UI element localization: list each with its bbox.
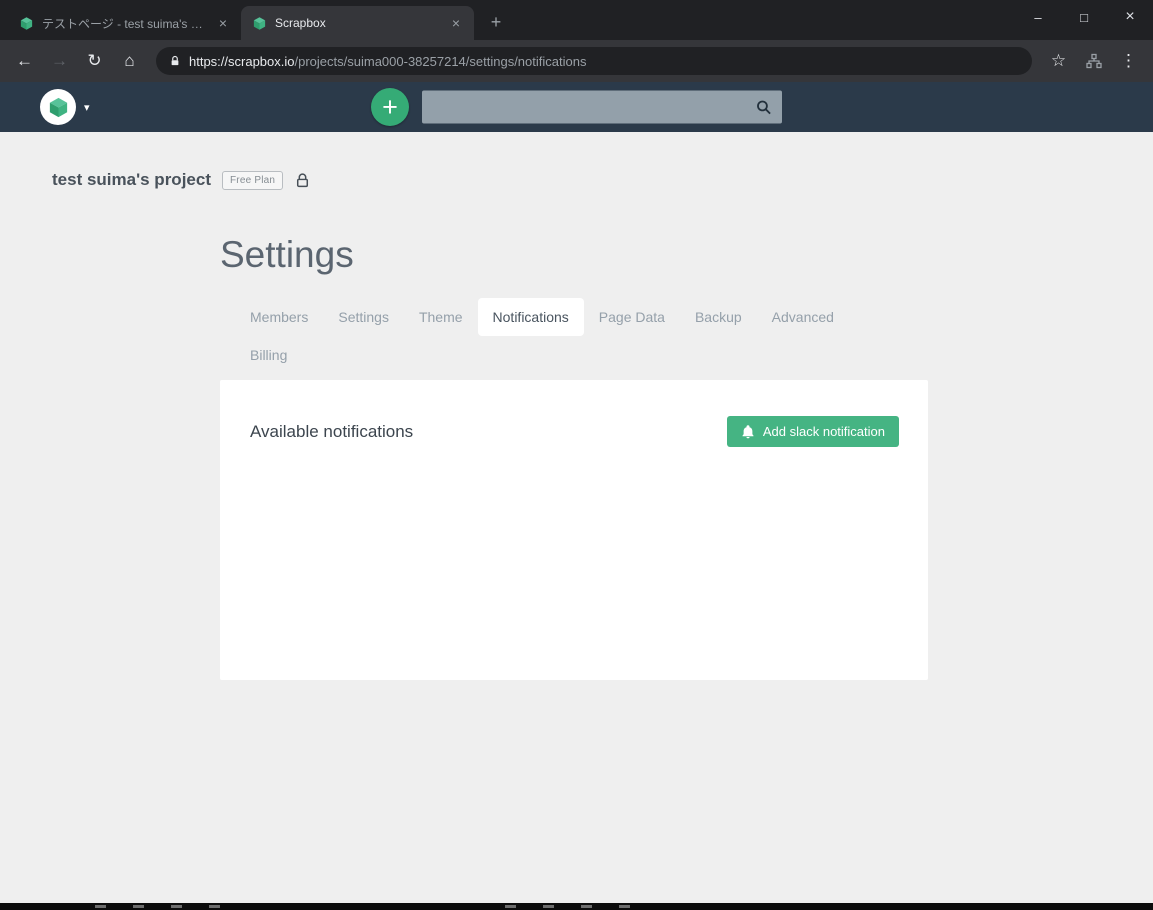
project-title: test suima's project	[52, 170, 211, 189]
secure-lock-icon	[169, 55, 181, 67]
tab-title: テストページ - test suima's project	[42, 16, 207, 31]
scrapbox-favicon-icon	[18, 15, 34, 31]
url-text: https://scrapbox.io/projects/suima000-38…	[189, 54, 586, 69]
browser-menu-icon[interactable]: ⋮	[1112, 45, 1145, 78]
tab-close-icon[interactable]: ×	[215, 15, 231, 31]
tab-notifications[interactable]: Notifications	[477, 298, 584, 336]
taskbar-icon-sliver	[619, 905, 630, 908]
scrapbox-header: ▾ +	[0, 82, 1153, 132]
search-icon[interactable]	[755, 99, 772, 116]
browser-tabstrip: テストページ - test suima's project × Scrapbox…	[0, 0, 1153, 40]
tab-theme[interactable]: Theme	[404, 298, 478, 336]
bell-icon	[741, 424, 755, 439]
page-content: test suima's project Free Plan Settings …	[0, 132, 1153, 903]
taskbar-icon-sliver	[95, 905, 106, 908]
browser-toolbar: ← → ↻ ⌂ https://scrapbox.io/projects/sui…	[0, 40, 1153, 82]
taskbar-edge	[0, 903, 1153, 910]
tab-members[interactable]: Members	[235, 298, 323, 336]
taskbar-icon-sliver	[543, 905, 554, 908]
address-bar[interactable]: https://scrapbox.io/projects/suima000-38…	[156, 47, 1032, 75]
home-icon[interactable]: ⌂	[113, 45, 146, 78]
settings-section: Settings Members Settings Theme Notifica…	[220, 234, 930, 680]
plan-badge: Free Plan	[222, 170, 284, 190]
tab-page-data[interactable]: Page Data	[584, 298, 680, 336]
browser-tab-inactive[interactable]: テストページ - test suima's project ×	[8, 6, 241, 40]
panel-title: Available notifications	[250, 421, 414, 441]
private-lock-icon	[294, 172, 311, 189]
project-header-row: test suima's project Free Plan	[0, 132, 1153, 190]
taskbar-icon-sliver	[209, 905, 220, 908]
tab-billing[interactable]: Billing	[235, 336, 302, 374]
bookmark-star-icon[interactable]: ☆	[1042, 45, 1075, 78]
reload-icon[interactable]: ↻	[78, 45, 111, 78]
url-path: /projects/suima000-38257214/settings/not…	[294, 53, 587, 69]
sitemap-icon[interactable]	[1077, 45, 1110, 78]
scrapbox-logo-icon[interactable]	[40, 89, 76, 125]
notifications-panel: Available notifications Add slack notifi…	[220, 380, 928, 680]
add-slack-notification-button[interactable]: Add slack notification	[726, 416, 899, 447]
add-button-label: Add slack notification	[762, 424, 885, 439]
taskbar-icon-sliver	[505, 905, 516, 908]
page-title: Settings	[220, 234, 354, 275]
taskbar-icon-sliver	[171, 905, 182, 908]
search-box	[422, 90, 782, 124]
taskbar-icon-sliver	[581, 905, 592, 908]
minimize-button[interactable]: –	[1015, 0, 1061, 34]
back-icon[interactable]: ←	[8, 45, 41, 78]
window-controls: – □ ×	[1015, 0, 1153, 34]
new-tab-button[interactable]: +	[482, 8, 510, 36]
search-input[interactable]	[432, 99, 755, 115]
chevron-down-icon[interactable]: ▾	[84, 101, 90, 114]
maximize-button[interactable]: □	[1061, 0, 1107, 34]
settings-tab-bar: Members Settings Theme Notifications Pag…	[220, 298, 915, 374]
tab-close-icon[interactable]: ×	[448, 15, 464, 31]
tab-settings[interactable]: Settings	[323, 298, 404, 336]
forward-icon[interactable]: →	[43, 45, 76, 78]
taskbar-icon-sliver	[133, 905, 144, 908]
panel-header: Available notifications Add slack notifi…	[250, 416, 899, 447]
url-host: https://scrapbox.io	[189, 53, 295, 69]
tab-title: Scrapbox	[275, 16, 326, 30]
close-window-button[interactable]: ×	[1107, 0, 1153, 34]
tab-advanced[interactable]: Advanced	[757, 298, 849, 336]
scrapbox-favicon-icon	[251, 15, 267, 31]
browser-tab-active[interactable]: Scrapbox ×	[241, 6, 474, 40]
browser-window: テストページ - test suima's project × Scrapbox…	[0, 0, 1153, 910]
new-page-button[interactable]: +	[371, 88, 409, 126]
tab-backup[interactable]: Backup	[680, 298, 757, 336]
